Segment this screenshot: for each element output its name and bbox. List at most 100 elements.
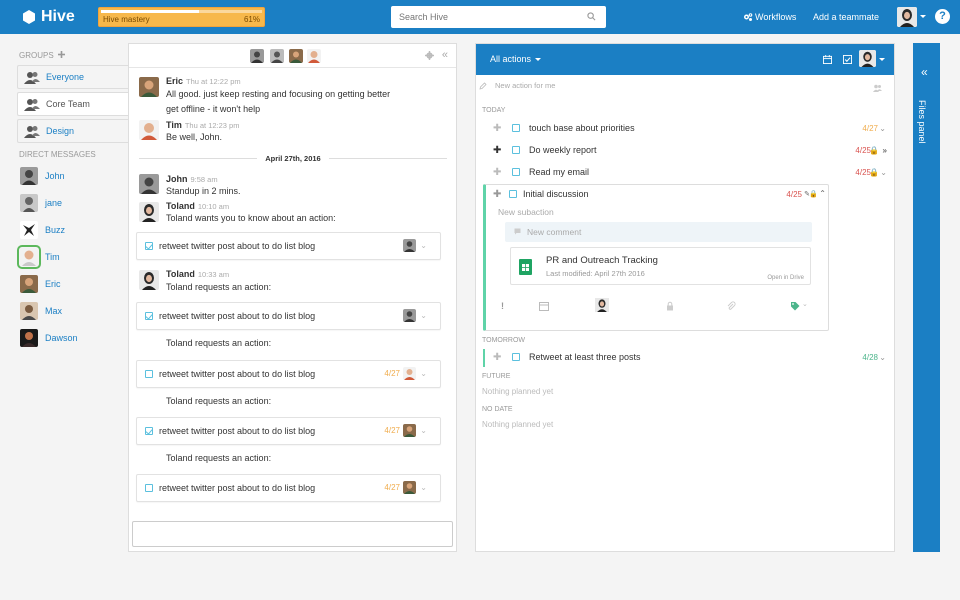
action-card[interactable]: retweet twitter post about to do list bl… [136,474,441,502]
mastery-fill [101,10,200,13]
double-chevron-down-icon[interactable]: » [883,146,887,155]
dm-label: Max [45,306,63,316]
chevron-down-icon[interactable]: ⌄ [879,124,886,133]
help-button[interactable]: ? [935,9,950,24]
users-icon[interactable] [873,84,882,92]
action-checkbox[interactable] [145,312,153,320]
action-title[interactable]: Initial discussion [523,189,589,199]
dm-item-max[interactable]: Max [20,300,62,322]
author-name: Tim [166,120,182,130]
action-row[interactable]: ✚ Retweet at least three posts 4/28 ⌄ [483,349,894,367]
actions-filter-dropdown[interactable]: All actions [490,54,541,64]
action-row[interactable]: ✚ Read my email 4/25 🔒 ⌄ [476,164,894,182]
actions-user-filter[interactable] [859,50,876,67]
drag-handle-icon[interactable]: ✚ [493,189,501,200]
expand-panel-icon[interactable]: « [921,65,928,79]
chevron-down-icon[interactable]: ⌄ [420,426,427,435]
action-checkbox[interactable] [512,353,520,361]
assignee-avatar[interactable] [595,298,609,312]
dm-item-dawson[interactable]: Dawson [20,327,78,349]
gear-icon[interactable] [425,51,434,60]
action-row[interactable]: ✚ touch base about priorities 4/27 ⌄ [476,120,894,138]
drag-handle-icon[interactable]: ✚ [493,145,501,156]
action-title[interactable]: Do weekly report [529,145,597,155]
action-checkbox[interactable] [512,124,520,132]
action-checkbox[interactable] [145,242,153,250]
lock-icon[interactable] [665,301,675,311]
user-menu-caret-icon[interactable] [920,15,926,18]
add-group-icon[interactable] [57,51,65,58]
mastery-progress[interactable]: Hive mastery 61% [98,7,265,27]
date-separator: April 27th, 2016 [139,153,447,163]
action-checkbox[interactable] [512,168,520,176]
action-card[interactable]: retweet twitter post about to do list bl… [136,302,441,330]
spreadsheet-icon [519,259,532,275]
drag-handle-icon[interactable]: ✚ [493,123,501,134]
user-avatar[interactable] [897,7,917,27]
tag-icon[interactable] [790,301,800,311]
action-card[interactable]: retweet twitter post about to do list bl… [136,360,441,388]
message-text: Standup in 2 mins. [166,186,241,196]
dm-item-tim[interactable]: Tim [17,245,60,269]
lock-icon: 🔒 [809,191,818,198]
drag-handle-icon[interactable]: ✚ [493,167,501,178]
files-panel-toggle[interactable]: « Files panel [913,43,940,552]
action-checkbox[interactable] [512,146,520,154]
member-avatar[interactable] [250,49,264,63]
member-avatar[interactable] [289,49,303,63]
new-subaction-input[interactable]: New subaction [498,207,554,217]
group-item-design[interactable]: Design [17,119,128,143]
chevron-down-icon[interactable]: ⌄ [420,483,427,492]
message-text: Toland requests an action: [166,396,272,406]
chevron-down-icon[interactable]: ⌄ [420,241,427,250]
dm-item-buzz[interactable]: Buzz [20,219,65,241]
action-card[interactable]: retweet twitter post about to do list bl… [136,232,441,260]
collapse-chat-icon[interactable]: « [442,49,448,61]
workflows-link[interactable]: Workflows [743,12,796,22]
dm-item-jane[interactable]: jane [20,192,62,214]
paperclip-icon[interactable] [726,301,736,311]
chevron-down-icon[interactable]: ⌄ [420,369,427,378]
search-icon[interactable] [587,12,596,21]
add-teammate-link[interactable]: Add a teammate [813,12,879,22]
chevron-up-icon[interactable]: ⌃ [819,189,826,198]
member-avatar[interactable] [307,49,321,63]
calendar-icon[interactable] [823,55,832,64]
calendar-icon[interactable] [539,301,549,311]
action-checkbox[interactable] [145,484,153,492]
dm-item-eric[interactable]: Eric [20,273,61,295]
search-box[interactable] [391,6,606,28]
chevron-down-icon[interactable]: ⌄ [879,353,886,362]
search-input[interactable] [391,6,571,28]
chevron-down-icon[interactable]: ⌄ [802,300,812,310]
new-comment-input[interactable]: New comment [505,222,812,242]
new-action-input[interactable]: New action for me [479,81,555,90]
chevron-down-icon[interactable]: ⌄ [880,168,887,177]
action-title[interactable]: touch base about priorities [529,123,635,133]
action-card[interactable]: retweet twitter post about to do list bl… [136,417,441,445]
action-checkbox[interactable] [145,427,153,435]
message-input[interactable] [132,521,453,547]
action-checkbox[interactable] [509,190,517,198]
check-square-icon[interactable] [843,55,852,64]
drag-handle-icon[interactable]: ✚ [493,352,501,363]
chevron-down-icon[interactable] [879,58,885,61]
hive-logo[interactable]: Hive [22,8,75,26]
member-avatar[interactable] [270,49,284,63]
action-title[interactable]: Read my email [529,167,589,177]
group-item-core-team[interactable]: Core Team [17,92,128,116]
dm-label: jane [45,198,63,208]
urgent-icon[interactable]: ! [501,301,511,311]
dm-item-john[interactable]: John [20,165,65,187]
assignee-avatar [403,424,416,437]
attached-document-card[interactable]: PR and Outreach Tracking Last modified: … [510,247,811,285]
action-title[interactable]: Retweet at least three posts [529,352,641,362]
message-text: Toland requests an action: [166,338,272,348]
action-checkbox[interactable] [145,370,153,378]
section-tomorrow: TOMORROW [482,337,526,344]
open-in-drive-link[interactable]: Open in Drive [767,275,804,281]
document-modified: Last modified: April 27th 2016 [546,269,645,278]
group-item-everyone[interactable]: Everyone [17,65,128,89]
chevron-down-icon[interactable]: ⌄ [420,311,427,320]
action-row[interactable]: ✚ Do weekly report 4/25 🔒 » [476,142,894,160]
